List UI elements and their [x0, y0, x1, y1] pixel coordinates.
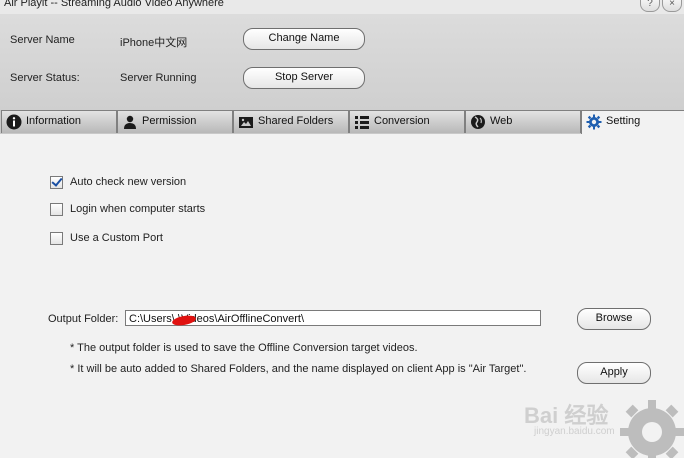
tab-conversion[interactable]: Conversion [349, 110, 465, 133]
auto-check-checkbox[interactable] [50, 176, 63, 189]
stop-server-button[interactable]: Stop Server [243, 67, 365, 89]
tab-shared-folders-label: Shared Folders [258, 115, 334, 127]
server-panel: Server Name iPhone中文网 Change Name Server… [0, 14, 684, 110]
apply-button[interactable]: Apply [577, 362, 651, 384]
tab-setting[interactable]: Setting [581, 110, 684, 135]
browse-button[interactable]: Browse [577, 308, 651, 330]
title-bar: Air Playit -- Streaming Audio Video Anyw… [0, 0, 684, 14]
custom-port-checkbox[interactable] [50, 232, 63, 245]
watermark-gear-icon [620, 400, 684, 458]
tab-web[interactable]: Web [465, 110, 581, 133]
tab-permission[interactable]: Permission [117, 110, 233, 133]
tab-bar: Information Permission Shared Folders Co… [0, 110, 684, 135]
tab-setting-label: Setting [606, 115, 641, 127]
tab-web-label: Web [490, 115, 513, 127]
login-start-label: Login when computer starts [70, 203, 206, 215]
server-status-value: Server Running [120, 72, 197, 84]
tab-permission-label: Permission [142, 115, 197, 127]
watermark-url: jingyan.baidu.com [534, 426, 615, 437]
output-folder-label: Output Folder: [48, 313, 119, 325]
change-name-button[interactable]: Change Name [243, 28, 365, 50]
window-title: Air Playit -- Streaming Audio Video Anyw… [4, 0, 224, 9]
web-icon [471, 115, 485, 129]
user-icon [124, 115, 136, 129]
tab-conversion-label: Conversion [374, 115, 430, 127]
note-output-folder: * The output folder is used to save the … [70, 342, 418, 354]
custom-port-label: Use a Custom Port [70, 232, 163, 244]
shared-folders-icon [239, 117, 253, 128]
tab-shared-folders[interactable]: Shared Folders [233, 110, 349, 133]
tab-information-label: Information [26, 115, 82, 127]
help-button[interactable]: ? [640, 0, 660, 12]
server-status-label: Server Status: [10, 72, 80, 84]
server-name-value: iPhone中文网 [120, 37, 188, 49]
auto-check-label: Auto check new version [70, 176, 187, 188]
close-button[interactable]: × [662, 0, 682, 12]
list-icon [355, 116, 369, 129]
note-shared-folders: * It will be auto added to Shared Folder… [70, 363, 527, 375]
info-icon [6, 114, 22, 130]
login-start-checkbox[interactable] [50, 203, 63, 216]
gear-icon [586, 114, 602, 130]
tab-information[interactable]: Information [1, 110, 117, 133]
server-name-label: Server Name [10, 34, 75, 46]
